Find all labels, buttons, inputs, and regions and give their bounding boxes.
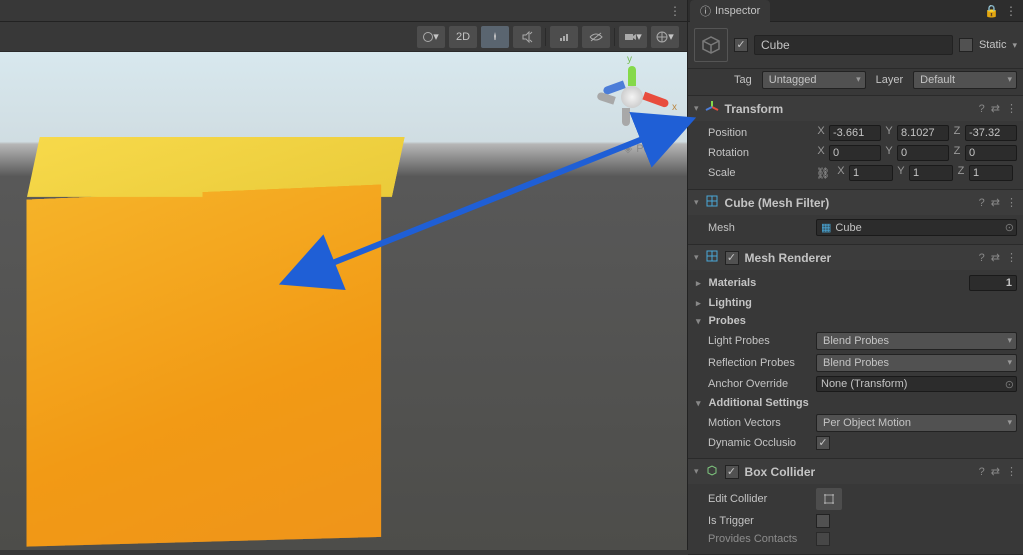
- lighting-foldout[interactable]: Lighting: [694, 294, 1017, 312]
- scale-link-icon[interactable]: ⛓: [816, 167, 830, 180]
- mesh-renderer-component: ▾ Mesh Renderer ? ⇄ ⋮ Materials 1 Lighti…: [688, 245, 1023, 459]
- static-checkbox[interactable]: [959, 38, 973, 52]
- orientation-gizmo[interactable]: x y: [597, 64, 667, 134]
- component-menu-icon[interactable]: ⋮: [1006, 465, 1017, 478]
- light-probes-label: Light Probes: [708, 335, 812, 347]
- position-y-input[interactable]: [897, 125, 949, 141]
- position-label: Position: [708, 127, 812, 139]
- motion-vectors-label: Motion Vectors: [708, 417, 812, 429]
- layer-dropdown[interactable]: Default: [913, 71, 1017, 89]
- scene-view: ⋮ ▾ 2D ▾ ▾: [0, 0, 687, 550]
- additional-settings-foldout[interactable]: Additional Settings: [694, 394, 1017, 412]
- component-menu-icon[interactable]: ⋮: [1006, 196, 1017, 209]
- lighting-toggle[interactable]: [481, 26, 509, 48]
- camera-dropdown[interactable]: ▾: [619, 26, 647, 48]
- transform-component: ▾ Transform ? ⇄ ⋮ Position X Y Z Rotatio: [688, 96, 1023, 190]
- mesh-filter-header[interactable]: ▾ Cube (Mesh Filter) ? ⇄ ⋮: [688, 190, 1023, 215]
- object-name-input[interactable]: [754, 35, 953, 55]
- 2d-toggle[interactable]: 2D: [449, 26, 477, 48]
- position-z-input[interactable]: [965, 125, 1017, 141]
- provides-contacts-checkbox[interactable]: [816, 532, 830, 546]
- preset-icon[interactable]: ⇄: [991, 196, 1000, 209]
- help-icon[interactable]: ?: [979, 466, 985, 478]
- rotation-label: Rotation: [708, 147, 812, 159]
- inspector-panel: ⓘ Inspector 🔒 ⋮ Static ▾: [687, 0, 1023, 550]
- is-trigger-checkbox[interactable]: [816, 514, 830, 528]
- reflection-probes-label: Reflection Probes: [708, 357, 812, 369]
- tag-label: Tag: [734, 74, 752, 86]
- mesh-filter-component: ▾ Cube (Mesh Filter) ? ⇄ ⋮ Mesh ▦ Cube ⊙: [688, 190, 1023, 245]
- hidden-toggle[interactable]: [582, 26, 610, 48]
- motion-vectors-dropdown[interactable]: Per Object Motion: [816, 414, 1017, 432]
- inspector-tab[interactable]: ⓘ Inspector: [690, 0, 770, 22]
- anchor-override-label: Anchor Override: [708, 378, 812, 390]
- shading-dropdown[interactable]: ▾: [417, 26, 445, 48]
- gameobject-icon[interactable]: [694, 28, 728, 62]
- help-icon[interactable]: ?: [979, 252, 985, 264]
- provides-contacts-label: Provides Contacts: [708, 533, 812, 545]
- tag-dropdown[interactable]: Untagged: [762, 71, 866, 89]
- materials-count: 1: [969, 275, 1017, 291]
- rotation-z-input[interactable]: [965, 145, 1017, 161]
- component-menu-icon[interactable]: ⋮: [1006, 251, 1017, 264]
- scale-label: Scale: [708, 167, 812, 179]
- dynamic-occlusion-label: Dynamic Occlusio: [708, 437, 812, 449]
- is-trigger-label: Is Trigger: [708, 515, 812, 527]
- menu-icon[interactable]: ⋮: [669, 4, 681, 18]
- transform-header[interactable]: ▾ Transform ? ⇄ ⋮: [688, 96, 1023, 121]
- mesh-field[interactable]: ▦ Cube ⊙: [816, 219, 1017, 236]
- box-collider-icon: [705, 463, 719, 480]
- mesh-renderer-header[interactable]: ▾ Mesh Renderer ? ⇄ ⋮: [688, 245, 1023, 270]
- gizmo-dropdown[interactable]: ▾: [651, 26, 679, 48]
- mesh-filter-icon: [705, 194, 719, 211]
- layer-label: Layer: [876, 74, 904, 86]
- info-icon: ⓘ: [700, 3, 711, 19]
- rotation-y-input[interactable]: [897, 145, 949, 161]
- mesh-field-icon: ▦: [821, 221, 831, 234]
- viewport[interactable]: x y ◈Persp: [0, 52, 687, 550]
- help-icon[interactable]: ?: [979, 103, 985, 115]
- camera-mode-label: ◈Persp: [624, 142, 665, 155]
- light-probes-dropdown[interactable]: Blend Probes: [816, 332, 1017, 350]
- position-x-input[interactable]: [829, 125, 881, 141]
- object-picker-icon[interactable]: ⊙: [1005, 378, 1014, 391]
- probes-foldout[interactable]: Probes: [694, 312, 1017, 330]
- box-collider-component: ▾ Box Collider ? ⇄ ⋮ Edit Collider Is Tr…: [688, 459, 1023, 555]
- preset-icon[interactable]: ⇄: [991, 102, 1000, 115]
- preset-icon[interactable]: ⇄: [991, 251, 1000, 264]
- audio-toggle[interactable]: [513, 26, 541, 48]
- mesh-renderer-icon: [705, 249, 719, 266]
- anchor-override-field[interactable]: None (Transform) ⊙: [816, 376, 1017, 392]
- scale-z-input[interactable]: [969, 165, 1013, 181]
- scale-y-input[interactable]: [909, 165, 953, 181]
- fx-toggle[interactable]: [550, 26, 578, 48]
- active-checkbox[interactable]: [734, 38, 748, 52]
- scale-x-input[interactable]: [849, 165, 893, 181]
- help-icon[interactable]: ?: [979, 197, 985, 209]
- scene-cube[interactable]: [25, 137, 395, 507]
- edit-collider-label: Edit Collider: [708, 493, 812, 505]
- box-collider-header[interactable]: ▾ Box Collider ? ⇄ ⋮: [688, 459, 1023, 484]
- lock-icon[interactable]: 🔒: [984, 4, 999, 18]
- reflection-probes-dropdown[interactable]: Blend Probes: [816, 354, 1017, 372]
- static-label: Static: [979, 39, 1007, 51]
- component-menu-icon[interactable]: ⋮: [1006, 102, 1017, 115]
- mesh-renderer-enabled-checkbox[interactable]: [725, 251, 739, 265]
- box-collider-enabled-checkbox[interactable]: [725, 465, 739, 479]
- materials-foldout[interactable]: Materials 1: [694, 272, 1017, 294]
- rotation-x-input[interactable]: [829, 145, 881, 161]
- dynamic-occlusion-checkbox[interactable]: [816, 436, 830, 450]
- edit-collider-button[interactable]: [816, 488, 842, 510]
- panel-menu-icon[interactable]: ⋮: [1005, 4, 1017, 18]
- transform-icon: [705, 100, 719, 117]
- mesh-label: Mesh: [708, 222, 812, 234]
- scene-toolbar: ▾ 2D ▾ ▾: [0, 22, 687, 52]
- preset-icon[interactable]: ⇄: [991, 465, 1000, 478]
- object-picker-icon[interactable]: ⊙: [1005, 221, 1014, 234]
